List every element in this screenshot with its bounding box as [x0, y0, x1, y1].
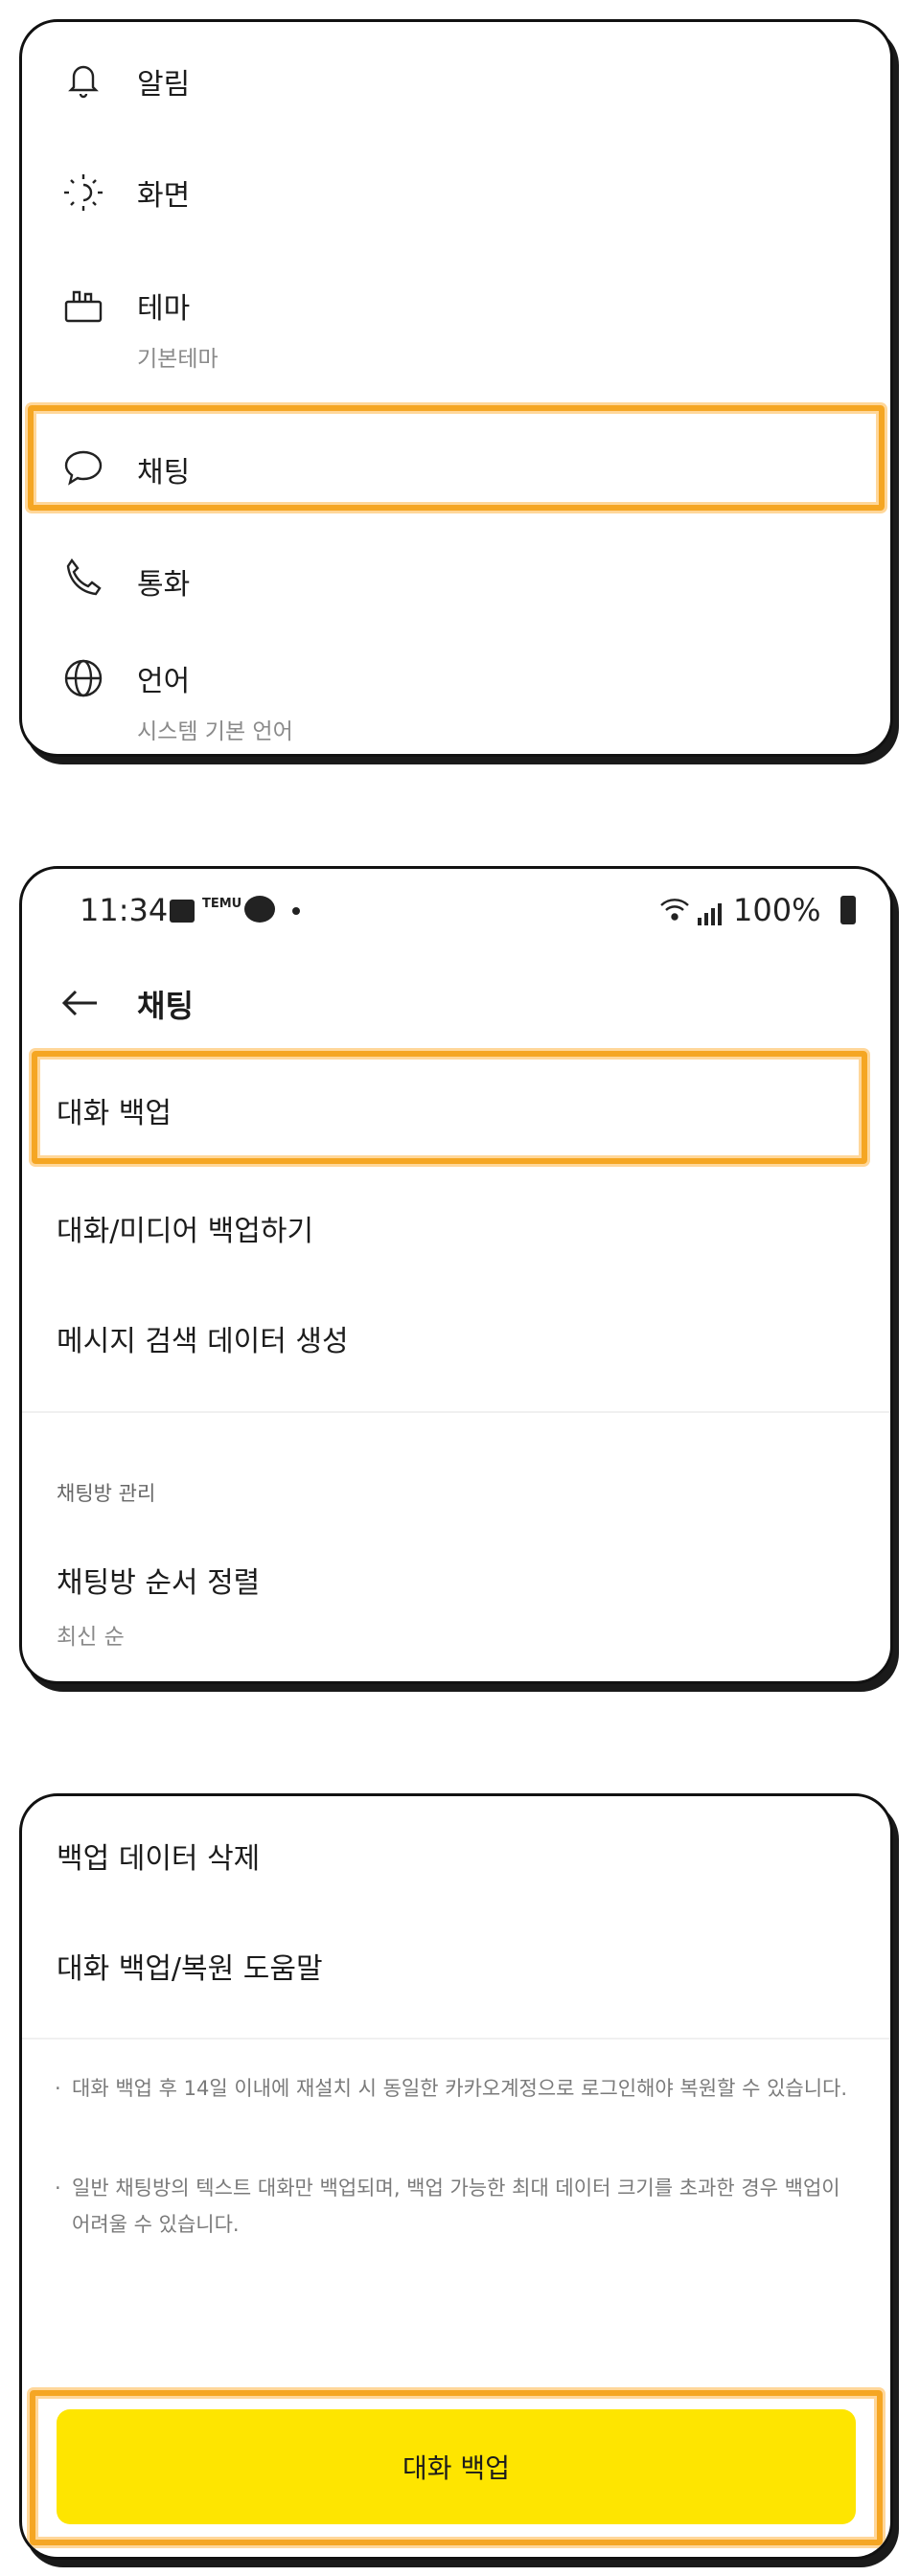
- signal-icon: [697, 900, 722, 925]
- battery-percent: 100%: [733, 892, 821, 928]
- menu-item-delete-backup[interactable]: 백업 데이터 삭제: [22, 1796, 890, 1902]
- menu-item-room-sort[interactable]: 채팅방 순서 정렬 최신 순: [22, 1530, 890, 1674]
- bell-icon: [60, 57, 106, 103]
- temu-label: TEMU: [202, 897, 242, 911]
- menu-item-display[interactable]: 화면: [22, 137, 890, 252]
- divider: [22, 1411, 890, 1413]
- wifi-icon: [658, 896, 691, 923]
- menu-item-chat-backup[interactable]: 대화 백업: [22, 1051, 890, 1161]
- menu-item-label: 메시지 검색 데이터 생성: [57, 1325, 349, 1358]
- divider: [22, 2038, 890, 2040]
- note-text: 일반 채팅방의 텍스트 대화만 백업되며, 백업 가능한 최대 데이터 크기를 …: [72, 2177, 840, 2236]
- status-bar: 11:34 TEMU 100%: [22, 890, 890, 944]
- bullet: ·: [55, 2177, 61, 2200]
- menu-item-sub: 최신 순: [57, 1625, 125, 1650]
- backup-note: · 일반 채팅방의 텍스트 대화만 백업되며, 백업 가능한 최대 데이터 크기…: [55, 2170, 852, 2243]
- note-text: 대화 백업 후 14일 이내에 재설치 시 동일한 카카오계정으로 로그인해야 …: [72, 2077, 848, 2100]
- menu-item-label: 대화 백업: [57, 1097, 172, 1130]
- menu-item-label: 대화 백업/복원 도움말: [57, 1952, 323, 1986]
- menu-item-media-backup[interactable]: 대화/미디어 백업하기: [22, 1171, 890, 1281]
- menu-item-search-data[interactable]: 메시지 검색 데이터 생성: [22, 1281, 890, 1391]
- menu-item-call[interactable]: 통화: [22, 528, 890, 638]
- menu-item-sub: 시스템 기본 언어: [137, 719, 293, 744]
- bullet: ·: [55, 2077, 61, 2100]
- menu-item-backup-help[interactable]: 대화 백업/복원 도움말: [22, 1906, 890, 2017]
- globe-icon: [60, 655, 106, 701]
- menu-item-label: 화면: [137, 179, 191, 213]
- menu-item-notifications[interactable]: 알림: [22, 22, 890, 137]
- chat-settings-header: 채팅: [22, 955, 890, 1051]
- settings-menu-panel: 알림 화면 테마 기본테마 채팅 통화 언어 시스템 기본 언어: [19, 19, 893, 757]
- button-label: 대화 백업: [402, 2452, 510, 2484]
- phone-icon: [60, 555, 106, 601]
- menu-item-label: 대화/미디어 백업하기: [57, 1215, 314, 1248]
- menu-item-theme[interactable]: 테마 기본테마: [22, 252, 890, 415]
- backup-note: · 대화 백업 후 14일 이내에 재설치 시 동일한 카카오계정으로 로그인해…: [55, 2070, 852, 2107]
- paint-brush-icon: [60, 283, 106, 329]
- message-notification-icon: [244, 896, 275, 923]
- backup-panel: 백업 데이터 삭제 대화 백업/복원 도움말 · 대화 백업 후 14일 이내에…: [19, 1793, 893, 2560]
- section-header: 채팅방 관리: [22, 1478, 890, 1516]
- menu-item-label: 채팅방 순서 정렬: [57, 1566, 261, 1600]
- menu-item-chat[interactable]: 채팅: [22, 410, 890, 525]
- menu-item-sub: 기본테마: [137, 347, 218, 372]
- menu-item-label: 언어: [137, 665, 191, 698]
- menu-item-language[interactable]: 언어 시스템 기본 언어: [22, 640, 890, 754]
- chat-backup-button[interactable]: 대화 백업: [57, 2409, 856, 2524]
- page-title: 채팅: [137, 988, 194, 1024]
- more-notifications-dot: [292, 907, 300, 915]
- menu-item-label: 통화: [137, 568, 191, 602]
- chat-settings-panel: 11:34 TEMU 100% 채팅 대화 백업 대화/미디어 백업하기 메시지…: [19, 866, 893, 1684]
- status-time: 11:34: [80, 892, 169, 928]
- menu-item-label: 테마: [137, 292, 191, 326]
- menu-item-label: 채팅: [137, 456, 191, 490]
- section-title: 채팅방 관리: [57, 1482, 156, 1505]
- chat-bubble-icon: [60, 445, 106, 490]
- temu-notification-icon: TEMU: [202, 898, 242, 911]
- menu-item-label: 알림: [137, 68, 191, 102]
- menu-item-label: 백업 데이터 삭제: [57, 1842, 261, 1876]
- back-arrow-icon[interactable]: [57, 980, 103, 1026]
- brightness-icon: [60, 170, 106, 216]
- battery-icon: [840, 896, 856, 924]
- gallery-notification-icon: [170, 900, 195, 923]
